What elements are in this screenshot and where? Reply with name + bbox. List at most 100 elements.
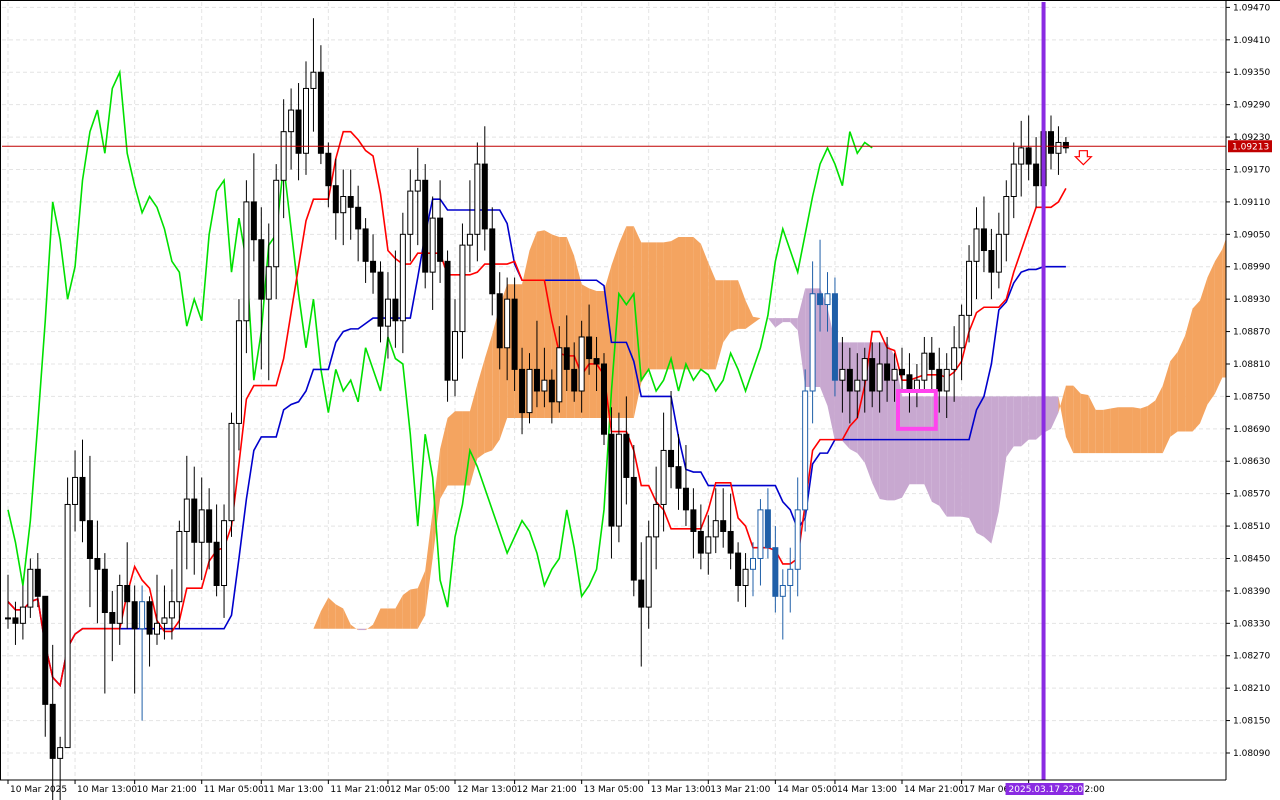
candle-body-bull	[809, 293, 816, 392]
cloud-segment	[484, 334, 493, 454]
cloud-segment	[738, 280, 746, 329]
candle-body-bear	[571, 368, 578, 392]
cloud-segment	[939, 396, 947, 517]
cloud-segment	[1051, 396, 1059, 429]
cloud-segment	[1162, 361, 1171, 454]
cloud-segment	[253, 647, 262, 686]
cloud-segment	[328, 597, 336, 629]
cloud-segment	[641, 242, 649, 383]
y-tick-label: 1.08750	[1233, 392, 1270, 402]
candle-body-bull	[64, 503, 71, 749]
candle-body-bull	[750, 557, 756, 570]
candle-body-bull	[958, 314, 965, 349]
candle-body-bull	[452, 331, 458, 381]
candle-body-bull	[340, 196, 347, 214]
cloud-segment	[425, 511, 433, 616]
current-price-label: 1.09213	[1232, 142, 1269, 152]
cloud-segment	[1006, 396, 1014, 458]
cloud-segment	[618, 226, 627, 419]
candle-body-bull	[19, 606, 26, 624]
cloud-segment	[216, 601, 225, 610]
cloud-segment	[1088, 395, 1096, 454]
y-tick-label: 1.09470	[1233, 3, 1270, 13]
y-tick-label: 1.08690	[1233, 425, 1270, 435]
candle-body-bull	[966, 260, 973, 316]
x-tick-label: 12 Mar 13:00	[457, 785, 517, 795]
cloud-segment	[678, 237, 686, 370]
cloud-segment	[1021, 396, 1029, 447]
candle-body-bull	[407, 190, 414, 235]
candle-body-bear	[213, 541, 220, 586]
y-tick-label: 1.08090	[1233, 749, 1270, 759]
x-tick-label: 13 Mar 13:00	[651, 785, 711, 795]
cloud-segment	[648, 242, 657, 370]
cloud-segment	[477, 358, 485, 459]
cloud-segment	[1013, 396, 1022, 447]
candle-body-bull	[139, 601, 146, 630]
cloud-segment	[373, 608, 381, 629]
candle-body-bear	[817, 293, 824, 306]
cloud-segment	[1200, 277, 1208, 424]
candle-body-bull	[399, 233, 406, 322]
candle-body-bull	[414, 179, 421, 192]
cloud-segment	[1147, 400, 1156, 454]
candle-body-bull	[615, 433, 622, 527]
candle-body-bear	[79, 476, 86, 522]
cloud-segment	[693, 237, 701, 370]
x-tick-label: 10 Mar 13:00	[77, 785, 137, 795]
x-tick-label: 10 Mar 21:00	[137, 785, 197, 795]
cloud-segment	[745, 300, 753, 329]
y-tick-label: 1.08630	[1233, 457, 1270, 467]
candle-body-bear	[928, 352, 935, 370]
candle-body-bull	[787, 568, 794, 587]
cloud-segment	[1214, 249, 1223, 394]
candle-body-bull	[1003, 196, 1010, 235]
cloud-segment	[1155, 385, 1163, 454]
cloud-segment	[261, 634, 269, 648]
candle-body-bull	[1055, 141, 1062, 154]
candle-body-bear	[332, 185, 339, 214]
cloud-segment	[663, 241, 672, 370]
x-tick-label: 12 Mar 21:00	[517, 785, 577, 795]
candle-body-bear	[12, 617, 19, 624]
candle-body-bull	[183, 498, 190, 532]
cloud-segment	[365, 624, 374, 631]
cloud-segment	[380, 608, 388, 629]
candle-body-bear	[347, 196, 354, 208]
candle-body-bear	[988, 250, 995, 273]
x-tick-label-fragment: 2:00	[1085, 785, 1105, 795]
cloud-segment	[954, 396, 962, 517]
y-tick-label: 1.08270	[1233, 652, 1270, 662]
y-tick-label: 1.08870	[1233, 328, 1270, 338]
candle-body-bull	[429, 217, 436, 273]
candle-body-bear	[422, 179, 429, 273]
candle-body-bear	[1033, 163, 1040, 187]
y-tick-label: 1.08390	[1233, 587, 1270, 597]
candle-body-bear	[511, 298, 518, 370]
cloud-segment	[775, 318, 783, 328]
cloud-segment	[201, 601, 210, 610]
candle-body-bear	[49, 703, 56, 759]
price-chart[interactable]: 1.094701.094101.093501.092901.092301.091…	[0, 0, 1280, 800]
chikou-span-line	[7, 69, 873, 608]
candle-body-bear	[1048, 131, 1054, 154]
cloud-segment	[820, 288, 828, 406]
cloud-segment	[767, 318, 776, 328]
cloud-segment	[1110, 407, 1119, 454]
candle-body-bull	[757, 509, 764, 559]
x-tick-label: 11 Mar 21:00	[330, 785, 390, 795]
candle-body-bear	[593, 358, 600, 365]
candle-body-bull	[161, 617, 168, 624]
candle-body-bear	[548, 379, 555, 403]
candle-body-bull	[653, 503, 660, 538]
cloud-segment	[1095, 409, 1104, 454]
candle-body-bull	[794, 509, 801, 570]
candle-body-bear	[34, 568, 41, 597]
cloud-segment	[1192, 300, 1200, 432]
y-tick-label: 1.08810	[1233, 360, 1270, 370]
candle-body-bull	[779, 585, 786, 597]
candle-body-bear	[437, 217, 444, 262]
candle-body-bull	[861, 358, 868, 381]
cloud-segment	[946, 396, 955, 517]
cloud-segment	[1170, 351, 1178, 437]
